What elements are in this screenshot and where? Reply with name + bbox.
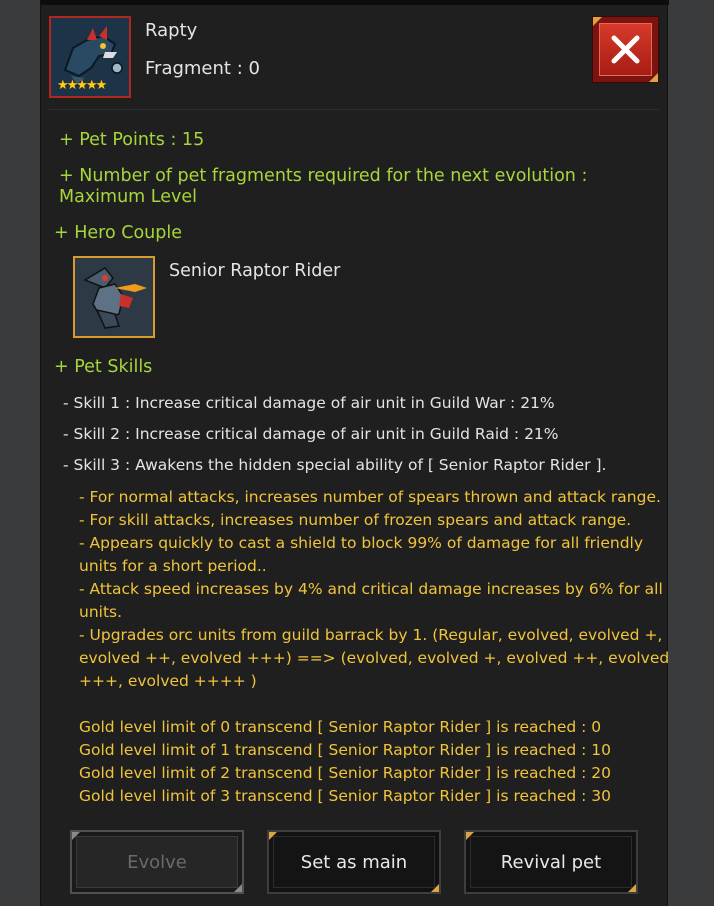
hero-portrait[interactable] <box>73 256 155 338</box>
set-as-main-button[interactable]: Set as main <box>267 830 441 894</box>
pet-points: + Pet Points : 15 <box>59 130 205 150</box>
effect-line: - Appears quickly to cast a shield to bl… <box>79 534 644 575</box>
close-button-face <box>599 23 652 76</box>
effect-line: - Upgrades orc units from guild barrack … <box>79 626 670 690</box>
fragments-required-value: Maximum Level <box>59 187 197 207</box>
corner-ornament <box>593 17 602 26</box>
revival-pet-button-label: Revival pet <box>470 836 632 888</box>
raptor-rider-icon <box>75 258 153 336</box>
evolve-button-label: Evolve <box>76 836 238 888</box>
corner-ornament <box>269 832 277 840</box>
star-rating: ★★★★★ <box>57 78 107 93</box>
evolve-button[interactable]: Evolve <box>70 830 244 894</box>
skill-line: - Skill 3 : Awakens the hidden special a… <box>63 456 607 474</box>
corner-ornament <box>234 884 242 892</box>
hero-name: Senior Raptor Rider <box>169 261 341 281</box>
set-as-main-button-label: Set as main <box>273 836 435 888</box>
pet-name: Rapty <box>145 20 198 41</box>
corner-ornament <box>649 73 658 82</box>
header-divider <box>49 109 659 110</box>
corner-ornament <box>466 832 474 840</box>
effect-line: - Attack speed increases by 4% and criti… <box>79 580 663 621</box>
pet-info-panel: ★★★★★ Rapty Fragment : 0 + Pet Points : … <box>40 0 669 906</box>
close-button[interactable] <box>592 16 659 83</box>
limit-line: Gold level limit of 1 transcend [ Senior… <box>79 741 612 759</box>
hero-couple-heading: + Hero Couple <box>54 223 182 243</box>
fragments-required-label: + Number of pet fragments required for t… <box>59 166 588 186</box>
effect-line: - For normal attacks, increases number o… <box>79 488 661 506</box>
fragments-required: + Number of pet fragments required for t… <box>59 166 619 208</box>
corner-ornament <box>431 884 439 892</box>
transcend-limits: Gold level limit of 0 transcend [ Senior… <box>79 716 659 808</box>
corner-ornament <box>628 884 636 892</box>
fragment-count: Fragment : 0 <box>145 58 260 79</box>
panel-top-border <box>41 0 669 5</box>
limit-line: Gold level limit of 2 transcend [ Senior… <box>79 764 612 782</box>
limit-line: Gold level limit of 3 transcend [ Senior… <box>79 787 612 805</box>
corner-ornament <box>72 832 80 840</box>
limit-line: Gold level limit of 0 transcend [ Senior… <box>79 718 602 736</box>
pet-skills-heading: + Pet Skills <box>54 357 153 377</box>
skill-line: - Skill 1 : Increase critical damage of … <box>63 394 555 412</box>
revival-pet-button[interactable]: Revival pet <box>464 830 638 894</box>
close-icon <box>611 35 640 64</box>
effect-line: - For skill attacks, increases number of… <box>79 511 632 529</box>
skill-line: - Skill 2 : Increase critical damage of … <box>63 425 559 443</box>
skill3-effects: - For normal attacks, increases number o… <box>79 486 674 693</box>
pet-portrait: ★★★★★ <box>49 16 131 98</box>
